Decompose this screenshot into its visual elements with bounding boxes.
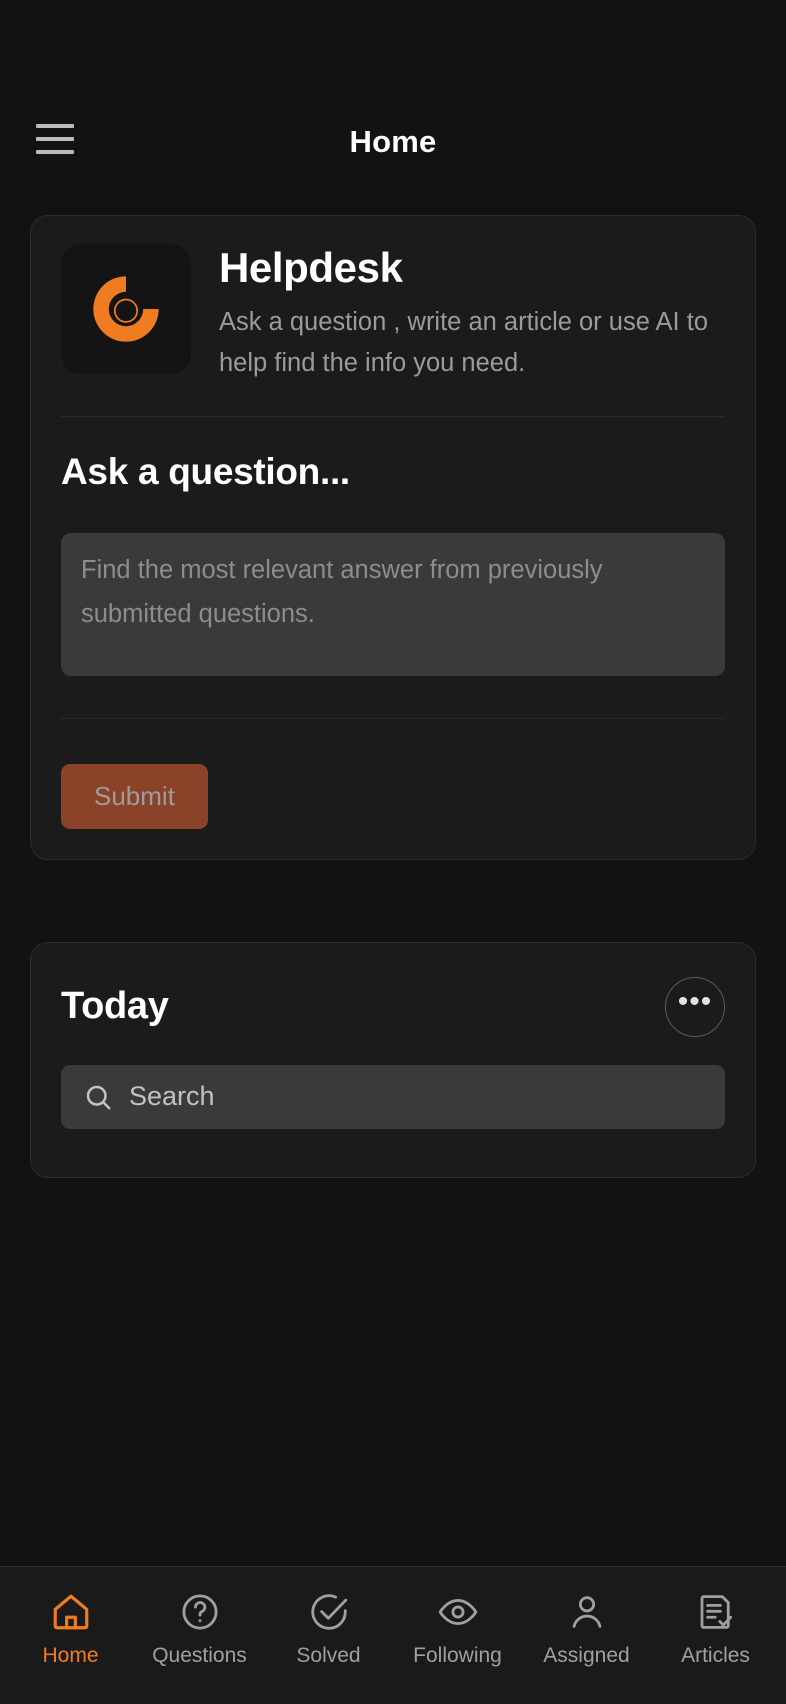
helpdesk-header: Helpdesk Ask a question , write an artic… — [61, 244, 725, 384]
search-icon — [86, 1085, 111, 1110]
nav-label-home: Home — [42, 1644, 99, 1667]
nav-label-solved: Solved — [296, 1644, 361, 1667]
nav-item-home[interactable]: Home — [6, 1591, 135, 1668]
today-header: Today ••• — [61, 976, 725, 1037]
user-icon — [572, 1596, 601, 1628]
nav-item-solved[interactable]: Solved — [264, 1591, 393, 1668]
ask-question-heading: Ask a question... — [61, 450, 350, 492]
app-screen: Home Helpdesk Ask a question , write an … — [0, 0, 786, 1704]
today-card: Today ••• — [30, 941, 756, 1178]
helpdesk-card: Helpdesk Ask a question , write an artic… — [30, 215, 756, 860]
question-circle-icon — [182, 1594, 217, 1630]
ellipsis-icon[interactable]: ••• — [665, 976, 725, 1037]
helpdesk-description: Ask a question , write an article or use… — [219, 308, 708, 377]
nav-label-assigned: Assigned — [543, 1644, 630, 1667]
top-bar: Home — [0, 0, 786, 215]
search-bar[interactable] — [61, 1064, 725, 1129]
article-check-icon — [700, 1595, 732, 1629]
nav-item-following[interactable]: Following — [393, 1591, 522, 1668]
card-divider — [61, 415, 725, 417]
submit-button[interactable]: Submit — [61, 763, 208, 829]
ellipsis-glyph: ••• — [677, 985, 713, 1019]
page-title: Home — [349, 124, 437, 159]
nav-label-following: Following — [413, 1644, 502, 1667]
question-input[interactable] — [61, 532, 725, 676]
search-input[interactable] — [129, 1081, 703, 1113]
check-circle-icon — [310, 1594, 347, 1630]
nav-label-questions: Questions — [152, 1644, 247, 1667]
submit-divider — [61, 717, 725, 719]
nav-item-assigned[interactable]: Assigned — [522, 1591, 651, 1668]
home-icon — [53, 1594, 88, 1630]
helpdesk-title: Helpdesk — [219, 244, 403, 291]
eye-icon — [438, 1599, 477, 1625]
nav-label-articles: Articles — [681, 1644, 750, 1667]
helpdesk-text-block: Helpdesk Ask a question , write an artic… — [219, 244, 725, 384]
today-title: Today — [61, 985, 169, 1028]
nav-item-articles[interactable]: Articles — [651, 1591, 780, 1668]
nav-item-questions[interactable]: Questions — [135, 1591, 264, 1668]
content-area: Helpdesk Ask a question , write an artic… — [0, 215, 786, 1566]
bottom-navigation: Home Questions Solved Following Assigned… — [0, 1566, 786, 1704]
helpdesk-ring-logo — [61, 244, 191, 374]
